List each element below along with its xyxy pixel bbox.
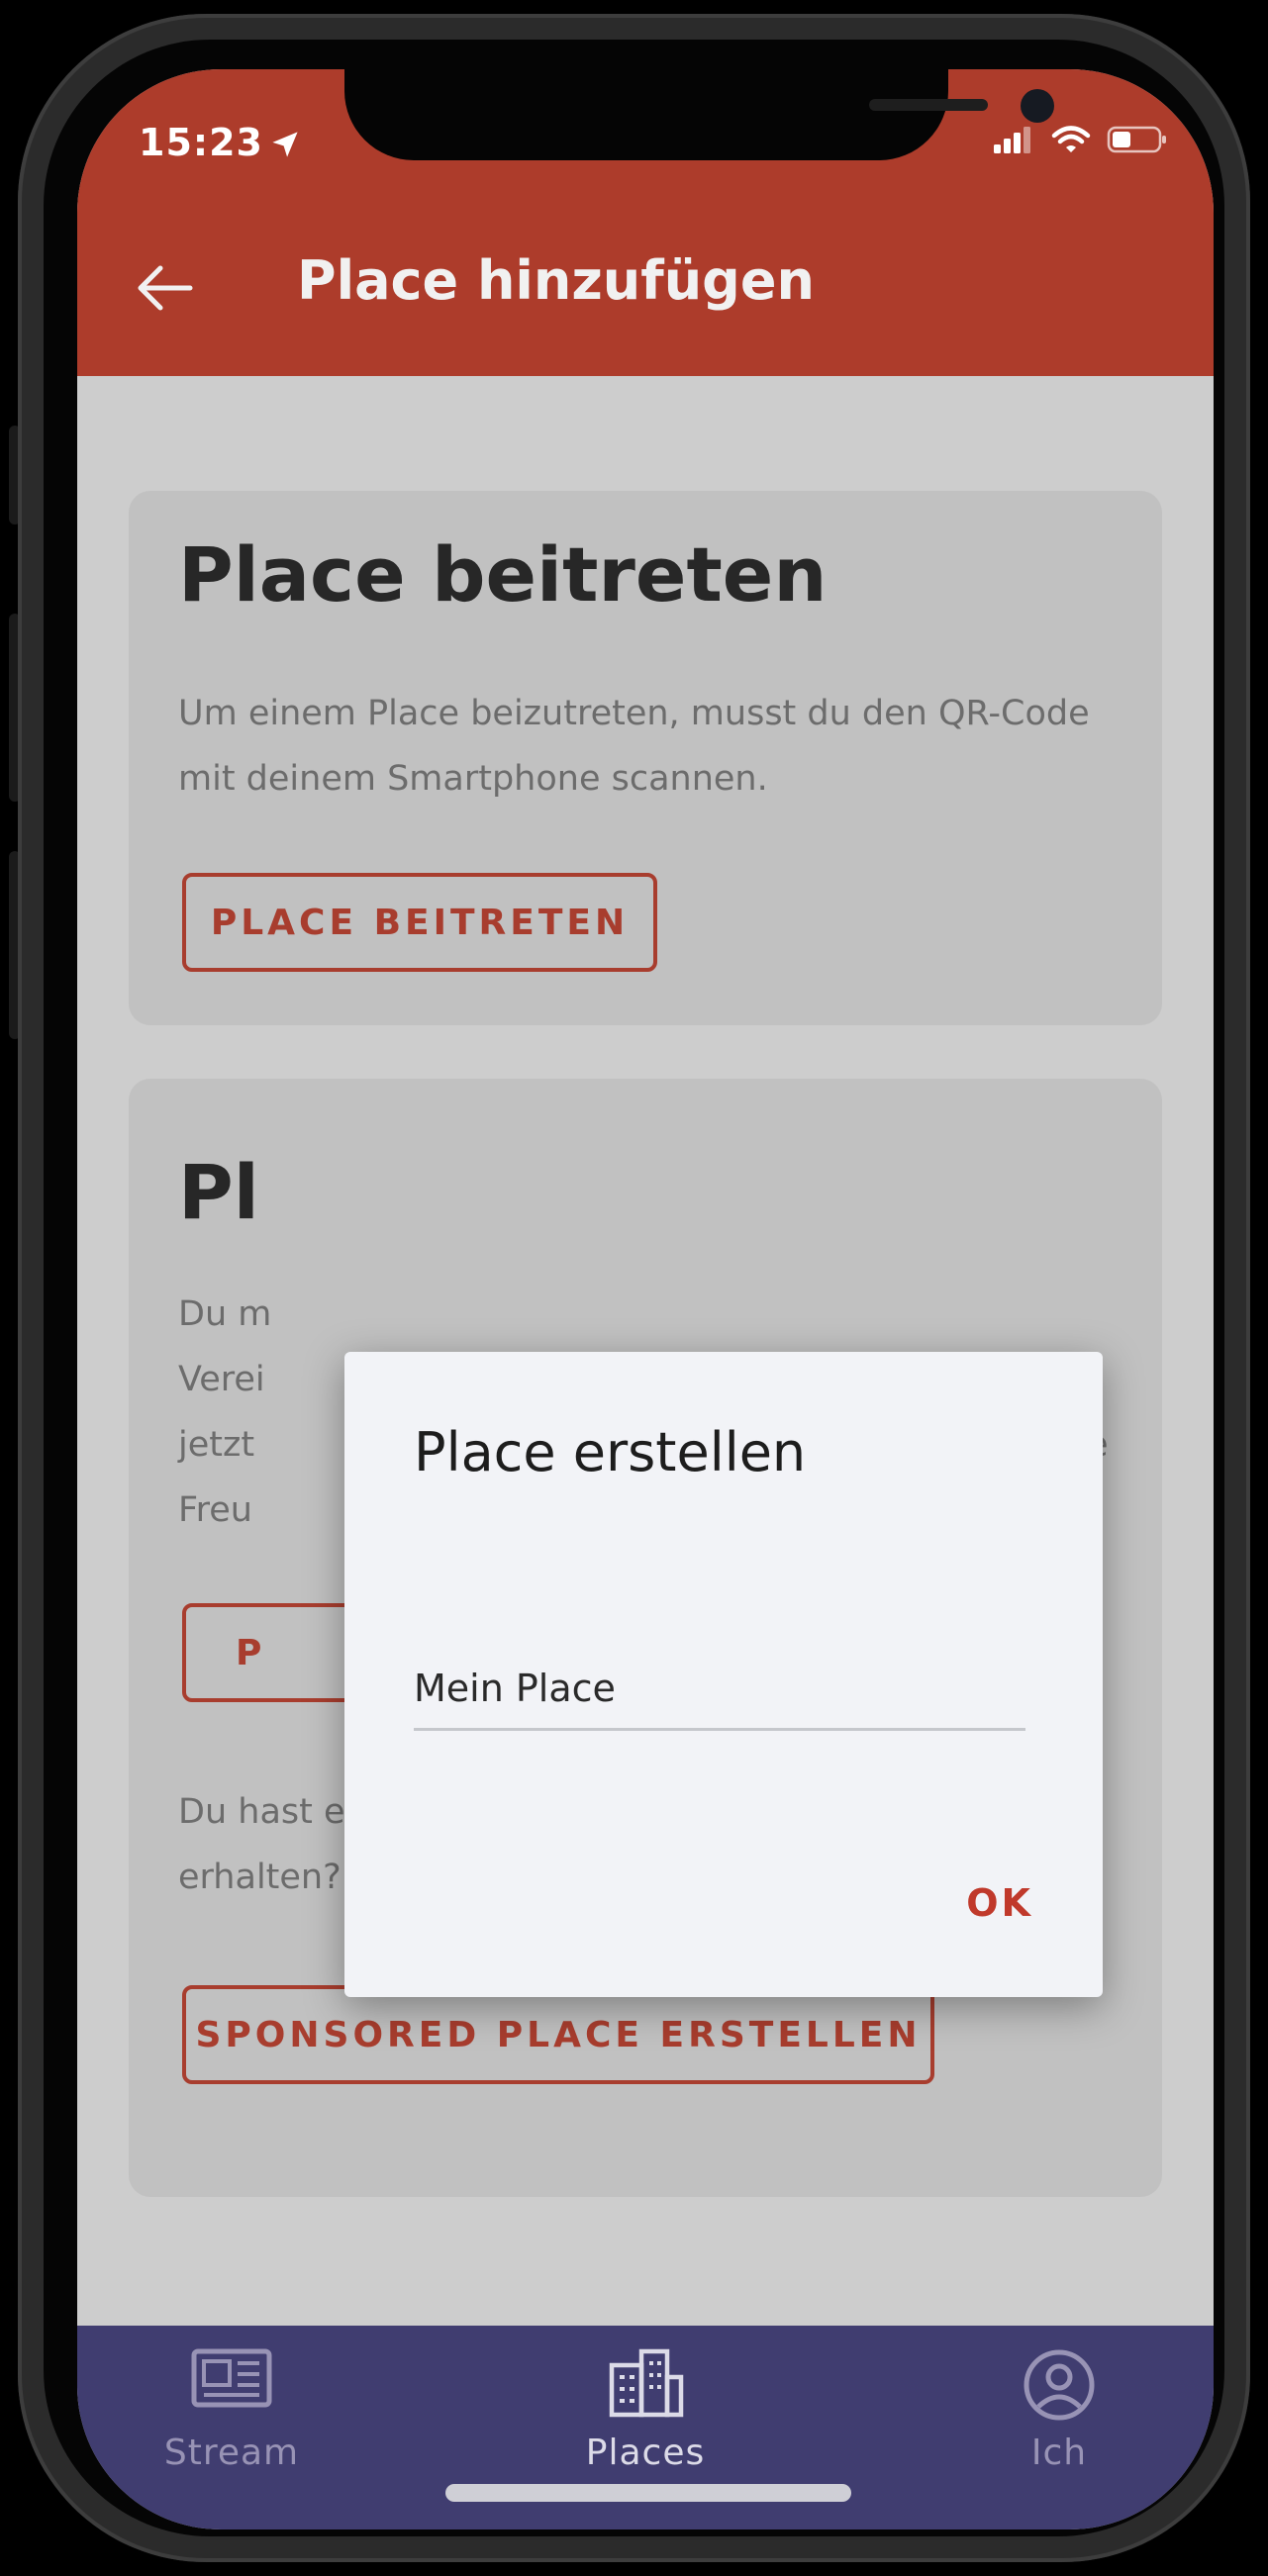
- nav-item-places[interactable]: Places: [527, 2326, 764, 2484]
- nav-item-ich[interactable]: Ich: [940, 2326, 1178, 2484]
- buildings-icon: [609, 2348, 684, 2418]
- join-place-card: Place beitreten Um einem Place beizutret…: [129, 491, 1162, 1025]
- newspaper-icon: [191, 2348, 272, 2408]
- signal-icon: [994, 127, 1030, 153]
- back-arrow-icon[interactable]: [135, 263, 194, 313]
- status-icons: [992, 125, 1168, 154]
- phone-notch: [344, 69, 1054, 160]
- user-circle-icon: [1024, 2349, 1095, 2421]
- join-place-button[interactable]: PLACE BEITRETEN: [182, 873, 657, 972]
- nav-item-stream[interactable]: Stream: [113, 2326, 350, 2484]
- join-card-heading: Place beitreten: [178, 530, 828, 619]
- battery-icon: [1107, 126, 1166, 153]
- nav-label-ich: Ich: [1030, 2433, 1088, 2473]
- create-card-heading: Pl: [178, 1148, 259, 1236]
- location-arrow-icon: [272, 132, 298, 157]
- dialog-ok-button[interactable]: OK: [966, 1881, 1033, 1925]
- nav-label-places: Places: [585, 2433, 706, 2473]
- wifi-icon: [1051, 126, 1091, 152]
- create-card-text-line: Du m: [178, 1294, 272, 1334]
- front-camera: [1021, 89, 1054, 123]
- create-place-dialog: Place erstellen OK: [344, 1352, 1103, 1997]
- place-name-input[interactable]: [414, 1649, 1025, 1731]
- page-content: Place beitreten Um einem Place beizutret…: [77, 376, 1214, 2326]
- status-time: 15:23: [139, 121, 263, 164]
- nav-label-stream: Stream: [163, 2433, 300, 2473]
- speaker-grille: [869, 99, 988, 111]
- phone-screen: Place beitreten Um einem Place beizutret…: [77, 69, 1214, 2529]
- page-title: Place hinzufügen: [297, 249, 815, 312]
- sponsored-place-button[interactable]: SPONSORED PLACE ERSTELLEN: [182, 1985, 934, 2084]
- join-card-text: Um einem Place beizutreten, musst du den…: [178, 694, 1090, 799]
- app-bar: 15:23 Place hinzufügen: [77, 69, 1214, 376]
- dialog-title: Place erstellen: [414, 1421, 807, 1483]
- home-indicator[interactable]: [445, 2484, 851, 2502]
